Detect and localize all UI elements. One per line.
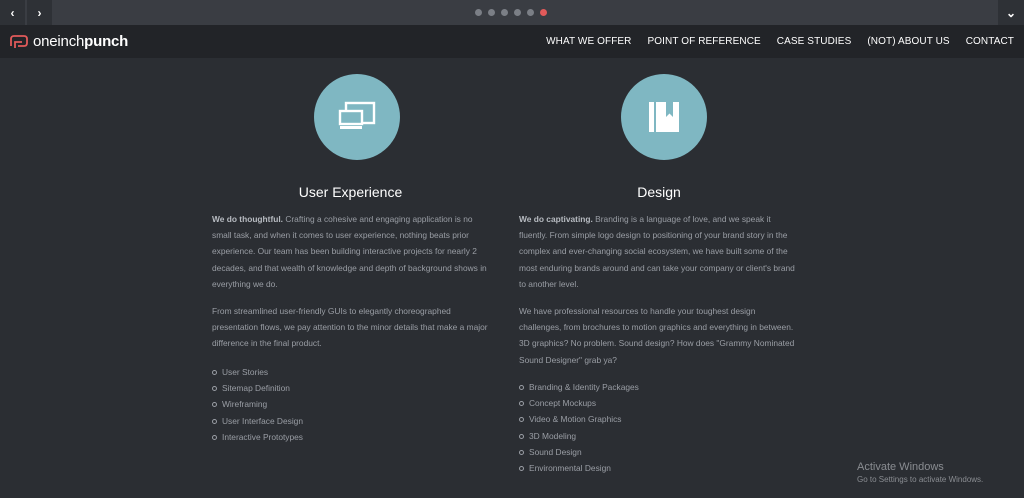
nav-menu: WHAT WE OFFER POINT OF REFERENCE CASE ST…	[546, 36, 1014, 47]
slider-prev-button[interactable]: ‹	[0, 0, 25, 25]
slider-dot[interactable]	[514, 9, 521, 16]
brand-name: oneinchpunch	[33, 33, 128, 50]
chevron-down-icon: ⌄	[1005, 5, 1017, 20]
list-item: Interactive Prototypes	[212, 429, 303, 445]
activate-windows-subtitle: Go to Settings to activate Windows.	[857, 475, 984, 484]
list-item: Video & Motion Graphics	[519, 411, 639, 427]
slider-dots	[475, 9, 547, 16]
list-item: 3D Modeling	[519, 428, 639, 444]
list-item: Wireframing	[212, 396, 303, 412]
brand-name-light: oneinch	[33, 33, 85, 50]
list-item: Branding & Identity Packages	[519, 379, 639, 395]
design-list: Branding & Identity Packages Concept Moc…	[519, 379, 639, 476]
slider-dot[interactable]	[501, 9, 508, 16]
nav-item-what-we-offer[interactable]: WHAT WE OFFER	[546, 36, 631, 47]
ux-intro-bold: We do thoughtful.	[212, 214, 284, 224]
design-intro-text: Branding is a language of love, and we s…	[519, 214, 795, 289]
slider-dropdown-button[interactable]: ⌄	[998, 0, 1024, 25]
activate-windows-watermark: Activate Windows Go to Settings to activ…	[857, 461, 983, 484]
nav-item-contact[interactable]: CONTACT	[966, 36, 1014, 47]
book-icon	[649, 102, 679, 132]
ux-intro: We do thoughtful. Crafting a cohesive an…	[212, 211, 489, 292]
list-item: Environmental Design	[519, 460, 639, 476]
design-paragraph-2: We have professional resources to handle…	[519, 306, 795, 365]
slider-dot-active[interactable]	[540, 9, 547, 16]
slider-dot[interactable]	[527, 9, 534, 16]
ux-paragraph-2: From streamlined user-friendly GUIs to e…	[212, 306, 488, 349]
list-item: User Interface Design	[212, 413, 303, 429]
slider-next-button[interactable]: ›	[27, 0, 52, 25]
list-item: Sitemap Definition	[212, 380, 303, 396]
logo-mark-icon	[10, 34, 28, 48]
brand-name-bold: punch	[84, 33, 129, 50]
main-nav: oneinchpunch WHAT WE OFFER POINT OF REFE…	[0, 25, 1024, 58]
nav-item-case-studies[interactable]: CASE STUDIES	[777, 36, 852, 47]
list-item: Sound Design	[519, 444, 639, 460]
design-title: Design	[637, 184, 681, 200]
nav-item-point-of-reference[interactable]: POINT OF REFERENCE	[648, 36, 761, 47]
slider-bar: ‹ › ⌄	[0, 0, 1024, 25]
design-icon-circle	[621, 74, 707, 160]
design-intro: We do captivating. Branding is a languag…	[519, 211, 799, 292]
screens-icon	[338, 101, 376, 129]
chevron-left-icon: ‹	[10, 5, 15, 20]
ux-icon-circle	[314, 74, 400, 160]
ux-list: User Stories Sitemap Definition Wirefram…	[212, 364, 303, 445]
design-intro-bold: We do captivating.	[519, 214, 593, 224]
chevron-right-icon: ›	[37, 5, 42, 20]
slider-dot[interactable]	[475, 9, 482, 16]
list-item: User Stories	[212, 364, 303, 380]
nav-item-about-us[interactable]: (NOT) ABOUT US	[867, 36, 949, 47]
ux-intro-text: Crafting a cohesive and engaging applica…	[212, 214, 487, 289]
ux-title: User Experience	[298, 184, 403, 200]
activate-windows-title: Activate Windows	[857, 461, 944, 473]
brand-logo[interactable]: oneinchpunch	[9, 33, 128, 50]
slider-dot[interactable]	[488, 9, 495, 16]
list-item: Concept Mockups	[519, 395, 639, 411]
